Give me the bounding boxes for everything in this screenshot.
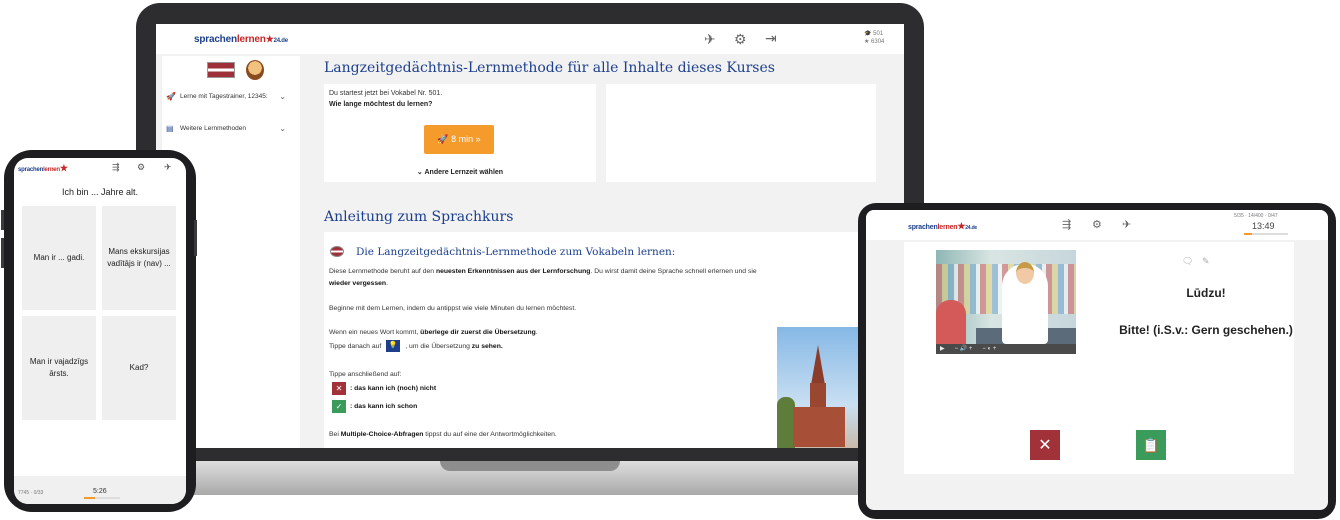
clipboard-check-icon: 📋 [1142, 436, 1160, 453]
phone-side-button [194, 220, 197, 256]
gear-icon[interactable]: ⚙ [734, 32, 747, 46]
book-icon: ▤ [166, 124, 174, 133]
pencil-icon[interactable]: ✎ [1202, 256, 1210, 267]
laptop-notch [440, 461, 620, 471]
guide-paragraph-4: Tippe danach auf 💡, um die Übersetzung zu… [329, 340, 503, 352]
answer-text: Bitte! (i.S.v.: Gern geschehen.) [1119, 323, 1293, 337]
device-showcase: sprachenlernen★24.de ✈ ⚙ ⇥ 🎓 501 ★ 6304 … [0, 0, 1340, 520]
rocket-icon: 🚀 [437, 134, 452, 144]
page-title: Langzeitgedächtnis-Lernmethode für alle … [324, 60, 775, 76]
guide-paragraph-5: Tippe anschließend auf: [329, 371, 402, 378]
video-controls[interactable]: ▶ − 🔊 + − ◐ + [936, 344, 1076, 354]
paper-plane-icon[interactable]: ✈ [1122, 218, 1131, 232]
other-duration-link[interactable]: ⌄ Andere Lernzeit wählen [324, 168, 596, 176]
logout-icon[interactable]: ⇥ [765, 31, 777, 45]
start-8-min-button[interactable]: 🚀 8 min » [424, 125, 494, 154]
latvian-flag-icon[interactable] [207, 62, 235, 78]
phone-footer: 7745 · 0/33 5:26 [14, 476, 186, 504]
answer-option[interactable]: Man ir ... gadi. [22, 206, 96, 310]
phone-side-button [1, 210, 4, 230]
guide-title: Anleitung zum Sprachkurs [324, 209, 514, 225]
chevron-down-icon: ⌄ [279, 124, 286, 133]
guide-paragraph-3: Wenn ein neues Wort kommt, überlege dir … [329, 329, 538, 336]
video-player[interactable]: ▶ − 🔊 + − ◐ + [936, 250, 1076, 354]
guide-panel: Die Langzeitgedächtnis-Lernmethode zum V… [324, 232, 904, 448]
gear-icon[interactable]: ⚙ [137, 162, 145, 173]
guide-paragraph-6: Bei Multiple-Choice-Abfragen tippst du a… [329, 431, 557, 438]
logo[interactable]: sprachenlernen★ [18, 163, 68, 174]
info-panel [606, 84, 876, 182]
lightbulb-icon: 💡 [386, 340, 401, 352]
phone-screen: sprachenlernen★ ⇶ ⚙ ✈ Ich bin ... Jahre … [14, 158, 186, 504]
flashcard: ▶ − 🔊 + − ◐ + 🗨 ✎ Lūdzu! Bitte! (i.S.v.:… [904, 242, 1294, 474]
dash-icon[interactable]: ⇶ [112, 162, 120, 173]
stats-counter: 🎓 501 ★ 6304 [864, 31, 885, 45]
phone-side-button [1, 238, 4, 268]
prompt-text: Lūdzu! [1186, 286, 1226, 300]
guide-paragraph-1b: wieder vergessen. [329, 280, 388, 287]
yes-label: : das kann ich schon [350, 403, 418, 410]
start-panel: Du startest jetzt bei Vokabel Nr. 501. W… [324, 84, 596, 182]
latvian-flag-icon [330, 246, 344, 257]
avatar[interactable] [246, 60, 264, 80]
guide-paragraph-1: Diese Lernmethode beruht auf den neueste… [329, 268, 757, 275]
not-known-button[interactable]: ✕ [1030, 430, 1060, 460]
top-bar: sprachenlernen★24.de ⇶ ⚙ ✈ 5/35 · 14/400… [866, 210, 1328, 240]
start-text: Du startest jetzt bei Vokabel Nr. 501. [329, 90, 443, 97]
comment-icon[interactable]: 🗨 [1182, 256, 1193, 267]
close-icon: ✕ [1038, 437, 1052, 454]
progress-bar [84, 497, 120, 499]
footer-stats: 7745 · 0/33 [18, 490, 44, 496]
top-bar: sprachenlernen★24.de ✈ ⚙ ⇥ 🎓 501 ★ 6304 [156, 24, 904, 54]
answer-option[interactable]: Man ir vajadzīgs ārsts. [22, 316, 96, 420]
guide-subtitle: Die Langzeitgedächtnis-Lernmethode zum V… [356, 246, 676, 258]
question-text: Ich bin ... Jahre alt. [61, 187, 139, 197]
chevron-down-icon: ⌄ [279, 92, 286, 101]
dash-icon[interactable]: ⇶ [1062, 218, 1071, 232]
paper-plane-icon[interactable]: ✈ [164, 162, 172, 173]
rocket-icon: 🚀 [166, 92, 176, 101]
timer: 5:26 [93, 488, 107, 495]
laptop-screen: sprachenlernen★24.de ✈ ⚙ ⇥ 🎓 501 ★ 6304 … [156, 24, 904, 448]
guide-paragraph-2: Beginne mit dem Lernen, indem du antipps… [329, 305, 577, 312]
main-content: Langzeitgedächtnis-Lernmethode für alle … [306, 54, 904, 448]
known-button[interactable]: 📋 [1136, 430, 1166, 460]
progress-bar [1244, 233, 1288, 235]
close-icon: ✕ [332, 382, 346, 395]
church-photo [777, 327, 859, 448]
stats-counter: 5/35 · 14/400 · 0/47 [1234, 213, 1278, 219]
paper-plane-icon[interactable]: ✈ [704, 32, 716, 46]
no-label: : das kann ich (noch) nicht [350, 385, 437, 392]
check-icon: ✓ [332, 400, 346, 413]
timer: 13:49 [1252, 221, 1275, 231]
logo[interactable]: sprachenlernen★24.de [908, 221, 977, 232]
answer-option[interactable]: Mans ekskursijas vadītājs ir (nav) ... [102, 206, 176, 310]
answer-option[interactable]: Kad? [102, 316, 176, 420]
gear-icon[interactable]: ⚙ [1092, 218, 1102, 232]
logo[interactable]: sprachenlernen★24.de [194, 34, 288, 45]
duration-question: Wie lange möchtest du lernen? [329, 101, 433, 108]
tablet-screen: sprachenlernen★24.de ⇶ ⚙ ✈ 5/35 · 14/400… [866, 210, 1328, 510]
